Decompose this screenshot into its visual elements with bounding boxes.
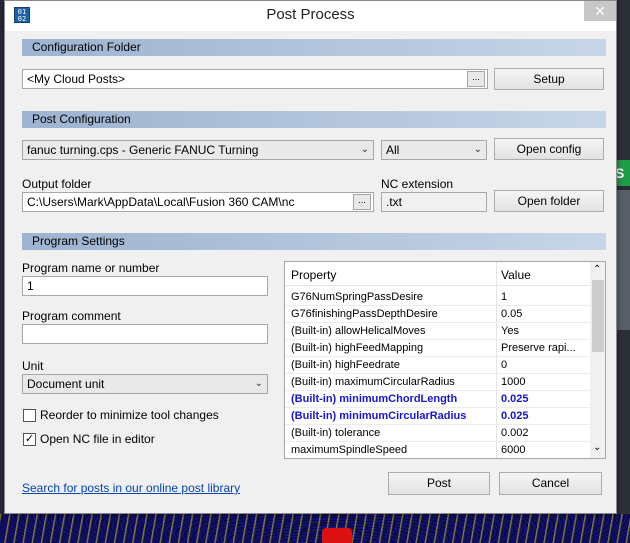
property-name: (Built-in) minimumChordLength	[291, 393, 458, 405]
property-name: G76NumSpringPassDesire	[291, 291, 424, 303]
scrollbar-thumb[interactable]	[592, 280, 604, 352]
post-select-value: fanuc turning.cps - Generic FANUC Turnin…	[27, 143, 259, 157]
property-name: G76finishingPassDepthDesire	[291, 308, 438, 320]
property-name: (Built-in) allowHelicalMoves	[291, 325, 426, 337]
open-config-button[interactable]: Open config	[494, 138, 604, 160]
cancel-button[interactable]: Cancel	[499, 472, 602, 495]
background-red-shape	[322, 528, 352, 543]
post-configuration-header: Post Configuration	[22, 111, 606, 128]
unit-label: Unit	[22, 359, 44, 373]
property-table-header: Property Value	[285, 262, 590, 286]
output-folder-field[interactable]: C:\Users\Mark\AppData\Local\Fusion 360 C…	[22, 192, 374, 212]
property-row[interactable]: (Built-in) allowHelicalMoves Yes	[285, 323, 590, 340]
unit-select-value: Document unit	[27, 377, 105, 391]
setup-button[interactable]: Setup	[494, 68, 604, 90]
background-gray-panel	[616, 190, 630, 330]
property-value[interactable]: 1000	[501, 376, 585, 388]
nc-extension-field[interactable]: .txt	[381, 192, 487, 212]
post-button[interactable]: Post	[388, 472, 490, 495]
scroll-down-icon[interactable]: ⌄	[593, 442, 601, 453]
window-title: Post Process	[266, 6, 355, 23]
property-value[interactable]: 0.002	[501, 427, 585, 439]
property-row[interactable]: (Built-in) minimumChordLength 0.025	[285, 391, 590, 408]
chevron-down-icon: ⌄	[473, 144, 482, 155]
value-column-header[interactable]: Value	[501, 268, 531, 282]
close-button[interactable]: ✕	[584, 1, 616, 21]
property-row[interactable]: (Built-in) highFeedrate 0	[285, 357, 590, 374]
config-folder-browse-button[interactable]: ...	[467, 71, 485, 87]
reorder-label: Reorder to minimize tool changes	[40, 408, 219, 422]
property-name: (Built-in) minimumCircularRadius	[291, 410, 467, 422]
program-settings-header: Program Settings	[22, 233, 606, 250]
property-value[interactable]: 0.025	[501, 393, 585, 405]
property-value[interactable]: 6000	[501, 444, 585, 456]
scroll-up-icon[interactable]: ⌃	[593, 264, 601, 275]
chevron-down-icon: ⌄	[360, 144, 369, 155]
output-folder-browse-button[interactable]: ...	[353, 194, 371, 210]
property-value[interactable]: Yes	[501, 325, 585, 337]
property-name: maximumSpindleSpeed	[291, 444, 408, 456]
property-value[interactable]: 0	[501, 359, 585, 371]
program-comment-field[interactable]	[22, 324, 268, 344]
property-rows: G76NumSpringPassDesire 1 G76finishingPassD…	[285, 289, 590, 458]
property-name: (Built-in) highFeedrate	[291, 359, 400, 371]
program-comment-label: Program comment	[22, 309, 121, 323]
property-column-header[interactable]: Property	[291, 268, 336, 282]
open-nc-checkbox[interactable]: ✓	[23, 433, 36, 446]
property-row[interactable]: (Built-in) tolerance 0.002	[285, 425, 590, 442]
search-posts-link[interactable]: Search for posts in our online post libr…	[22, 481, 240, 495]
post-filter-select[interactable]: All ⌄	[381, 140, 487, 160]
chevron-down-icon: ⌄	[254, 378, 263, 389]
property-value[interactable]: Preserve rapi...	[501, 342, 585, 354]
reorder-checkbox[interactable]	[23, 409, 36, 422]
property-value[interactable]: 0.025	[501, 410, 585, 422]
open-nc-label: Open NC file in editor	[40, 432, 155, 446]
property-value[interactable]: 0.05	[501, 308, 585, 320]
property-row[interactable]: (Built-in) minimumCircularRadius 0.025	[285, 408, 590, 425]
nc-extension-label: NC extension	[381, 177, 454, 191]
property-row[interactable]: (Built-in) maximumCircularRadius 1000	[285, 374, 590, 391]
property-row[interactable]: G76NumSpringPassDesire 1	[285, 289, 590, 306]
post-select[interactable]: fanuc turning.cps - Generic FANUC Turnin…	[22, 140, 374, 160]
output-folder-label: Output folder	[22, 177, 92, 191]
property-name: (Built-in) tolerance	[291, 427, 381, 439]
unit-select[interactable]: Document unit ⌄	[22, 374, 268, 394]
vertical-scrollbar[interactable]: ⌃ ⌄	[590, 262, 605, 458]
background-toolpath-lines	[0, 514, 630, 543]
property-row[interactable]: maximumSpindleSpeed 6000	[285, 442, 590, 458]
property-row[interactable]: (Built-in) highFeedMapping Preserve rapi.…	[285, 340, 590, 357]
property-table[interactable]: Property Value G76NumSpringPassDesire 1 G7…	[284, 261, 606, 459]
title-bar[interactable]: 01 02 Post Process ✕	[5, 1, 616, 31]
property-row[interactable]: G76finishingPassDepthDesire 0.05	[285, 306, 590, 323]
program-name-field[interactable]: 1	[22, 276, 268, 296]
config-folder-field[interactable]: <My Cloud Posts>	[22, 69, 488, 89]
open-folder-button[interactable]: Open folder	[494, 190, 604, 212]
program-name-label: Program name or number	[22, 261, 160, 275]
configuration-folder-header: Configuration Folder	[22, 39, 606, 56]
property-name: (Built-in) highFeedMapping	[291, 342, 424, 354]
checkmark-icon: ✓	[24, 433, 35, 445]
post-filter-value: All	[386, 143, 400, 157]
property-name: (Built-in) maximumCircularRadius	[291, 376, 455, 388]
post-process-dialog: 01 02 Post Process ✕ Configuration Folder…	[4, 0, 617, 514]
property-value[interactable]: 1	[501, 291, 585, 303]
